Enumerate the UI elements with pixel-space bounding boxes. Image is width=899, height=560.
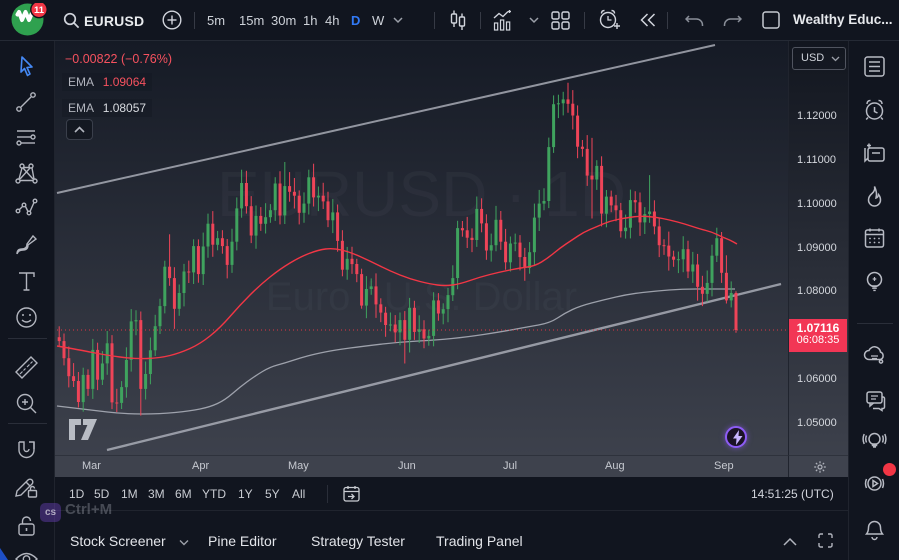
svg-text:11: 11: [34, 5, 45, 16]
